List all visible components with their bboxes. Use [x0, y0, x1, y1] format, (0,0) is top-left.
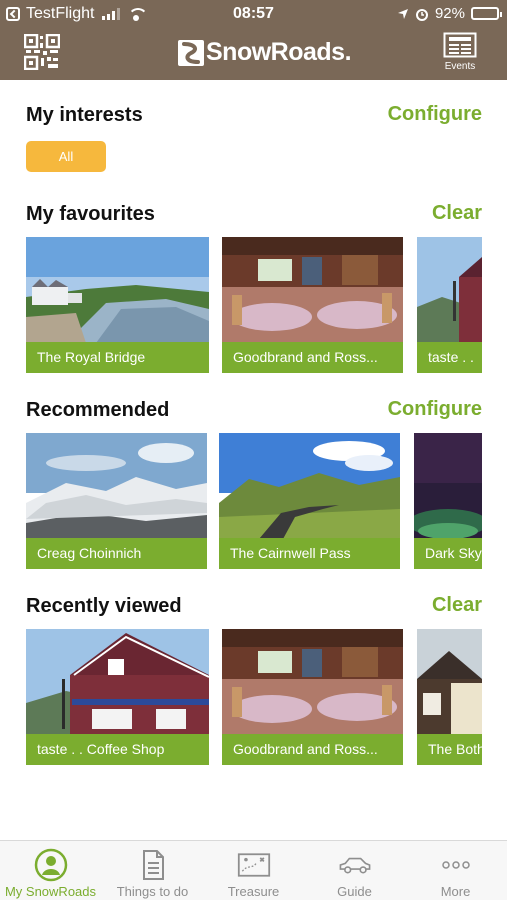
- interests-title: My interests: [26, 104, 143, 126]
- tab-label: More: [440, 884, 471, 899]
- logo-text: SnowRoads.: [206, 38, 352, 66]
- tab-treasure[interactable]: Treasure: [203, 841, 304, 900]
- card-label: Goodbrand and Ross...: [222, 342, 403, 373]
- tab-label: Things to do: [116, 884, 189, 899]
- coffee-shop-photo: [417, 237, 482, 343]
- recommended-row: Creag Choinnich The Cairnwell Pass Dark …: [26, 433, 482, 569]
- recent-clear-button[interactable]: Clear: [432, 594, 482, 617]
- favourites-header: My favourites Clear: [26, 202, 482, 231]
- tab-more[interactable]: More: [405, 841, 506, 900]
- person-icon: [34, 848, 67, 882]
- card-label: Goodbrand and Ross...: [222, 734, 403, 765]
- alarm-icon: [415, 8, 428, 21]
- bottom-tab-bar: My SnowRoads Things to do Treasure Guide: [0, 840, 507, 900]
- events-button[interactable]: Events: [435, 32, 485, 72]
- royal-bridge-photo: [26, 237, 209, 343]
- recommended-card-cairnwell-pass[interactable]: The Cairnwell Pass: [219, 433, 400, 569]
- recent-card-taste-coffee[interactable]: taste . . Coffee Shop: [26, 629, 209, 765]
- battery-icon: [471, 7, 502, 20]
- more-dots-icon: [441, 861, 470, 869]
- favourites-title: My favourites: [26, 203, 155, 225]
- interests-configure-button[interactable]: Configure: [388, 103, 482, 126]
- tab-label: My SnowRoads: [4, 884, 97, 899]
- app-header: SnowRoads. Events: [0, 28, 507, 80]
- snowroads-logo-mark-icon: [178, 39, 204, 66]
- card-label: Dark Sky: [414, 538, 482, 569]
- card-label: The Cairnwell Pass: [219, 538, 400, 569]
- recent-header: Recently viewed Clear: [26, 594, 482, 623]
- favourite-card-taste-coffee[interactable]: taste . .: [417, 237, 482, 373]
- battery-percent: 92%: [434, 5, 465, 22]
- card-label: The Royal Bridge: [26, 342, 209, 373]
- recent-title: Recently viewed: [26, 595, 182, 617]
- recommended-card-dark-sky[interactable]: Dark Sky: [414, 433, 482, 569]
- tab-my-snowroads[interactable]: My SnowRoads: [0, 841, 101, 900]
- snowy-hills-photo: [26, 433, 207, 539]
- recommended-title: Recommended: [26, 399, 170, 421]
- recent-card-the-bothy[interactable]: The Both: [417, 629, 482, 765]
- card-label: taste . .: [417, 342, 482, 373]
- events-label: Events: [444, 61, 476, 72]
- card-label: Creag Choinnich: [26, 538, 207, 569]
- card-label: taste . . Coffee Shop: [26, 734, 209, 765]
- status-bar: TestFlight 08:57 92%: [0, 0, 507, 28]
- tab-label: Treasure: [227, 884, 280, 899]
- recommended-card-creag-choinnich[interactable]: Creag Choinnich: [26, 433, 207, 569]
- mountain-road-photo: [219, 433, 400, 539]
- location-arrow-icon: [397, 8, 408, 19]
- favourites-clear-button[interactable]: Clear: [432, 202, 482, 225]
- document-icon: [142, 850, 164, 880]
- car-icon: [339, 857, 370, 874]
- status-right: 92%: [397, 5, 502, 22]
- recommended-header: Recommended Configure: [26, 398, 482, 427]
- interest-chip-all[interactable]: All: [26, 141, 106, 172]
- interests-header: My interests Configure: [26, 103, 482, 132]
- recommended-configure-button[interactable]: Configure: [388, 398, 482, 421]
- qr-code-icon[interactable]: [24, 34, 60, 70]
- newspaper-icon: [443, 32, 477, 58]
- tab-things-to-do[interactable]: Things to do: [102, 841, 203, 900]
- recent-row: taste . . Coffee Shop Goodbrand and Ross…: [26, 629, 482, 765]
- coffee-shop-photo: [26, 629, 209, 735]
- card-label: The Both: [417, 734, 482, 765]
- tab-guide[interactable]: Guide: [304, 841, 405, 900]
- favourite-card-royal-bridge[interactable]: The Royal Bridge: [26, 237, 209, 373]
- recent-card-goodbrand-ross[interactable]: Goodbrand and Ross...: [222, 629, 403, 765]
- favourite-card-goodbrand-ross[interactable]: Goodbrand and Ross...: [222, 237, 403, 373]
- dark-sky-photo: [414, 433, 482, 539]
- cottage-photo: [417, 629, 482, 735]
- cafe-interior-photo: [222, 629, 403, 735]
- tab-label: Guide: [337, 884, 372, 899]
- snowroads-logo: SnowRoads.: [178, 38, 352, 67]
- cafe-interior-photo: [222, 237, 403, 343]
- treasure-map-icon: [237, 853, 270, 877]
- favourites-row: The Royal Bridge Goodbrand and Ross... t…: [26, 237, 482, 373]
